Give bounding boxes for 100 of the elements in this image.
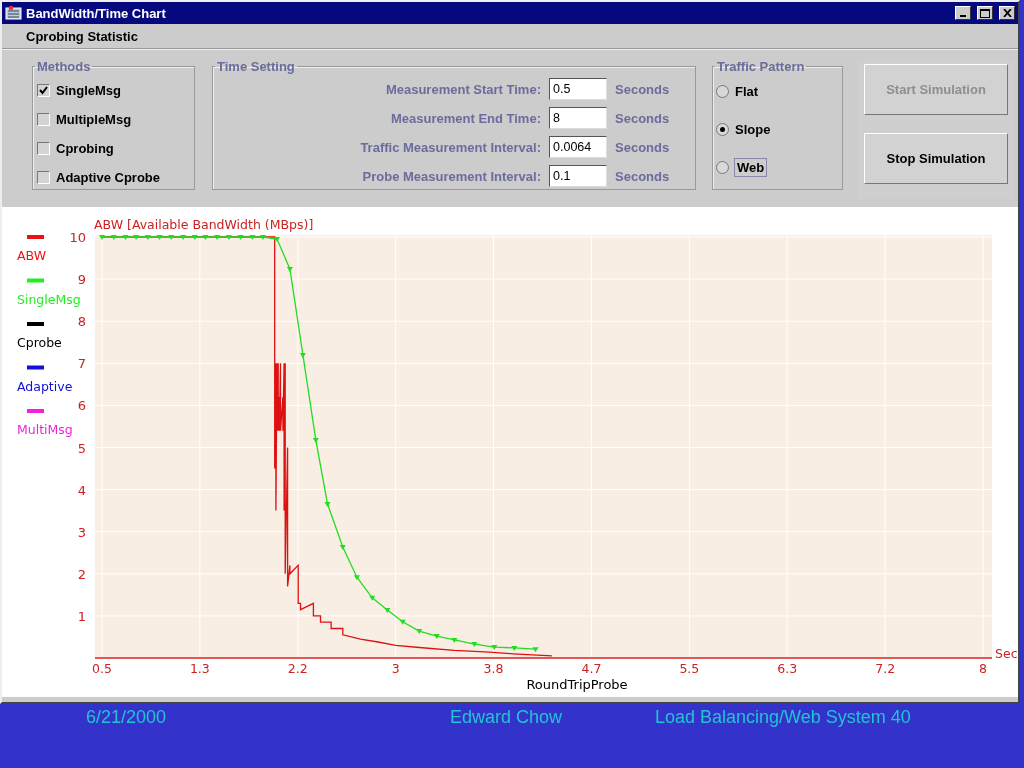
input-field[interactable]: 0.1 <box>549 165 607 187</box>
legend-label: ABW <box>17 248 47 263</box>
checkbox[interactable] <box>37 113 50 126</box>
checkbox-label: SingleMsg <box>56 83 121 98</box>
checkbox-label: Adaptive Cprobe <box>56 170 160 185</box>
y-tick-label: 1 <box>77 608 86 624</box>
maximize-button[interactable] <box>977 6 993 20</box>
radio-label: Web <box>735 158 767 176</box>
legend-label: MultiMsg <box>17 422 73 437</box>
x-tick-label: 3.8 <box>483 661 504 676</box>
data-point <box>133 235 140 240</box>
radio-button[interactable] <box>716 122 729 136</box>
data-point <box>353 575 360 581</box>
radio-button[interactable] <box>716 84 729 98</box>
data-point <box>274 237 280 243</box>
data-point <box>214 235 221 240</box>
data-point <box>237 235 244 240</box>
data-point <box>122 235 129 240</box>
simulation-button[interactable]: Stop Simulation <box>864 133 1008 184</box>
data-point <box>144 235 151 240</box>
data-point <box>168 235 175 240</box>
y-tick-label: 7 <box>77 356 86 372</box>
footer-date: 6/21/2000 <box>86 706 168 729</box>
data-point <box>191 235 198 240</box>
footer-title: Load Balancing/Web System 40 <box>655 706 912 729</box>
close-button[interactable] <box>999 6 1015 20</box>
group-title: Time Setting <box>216 59 296 74</box>
field-label: Measurement End Time: <box>389 110 541 126</box>
x-tick-label: 2.2 <box>287 661 308 676</box>
field-label: Probe Measurement Interval: <box>361 168 541 184</box>
x-tick-label: 8 <box>979 661 987 676</box>
data-point <box>384 608 391 613</box>
data-point <box>312 437 319 443</box>
footer-author: Edward Chow <box>450 706 564 729</box>
data-point <box>180 235 187 240</box>
radio-label: Slope <box>735 121 771 137</box>
unit-label: Seconds <box>615 139 671 155</box>
x-tick-label: 3 <box>391 661 400 676</box>
unit-label: Seconds <box>615 168 671 184</box>
data-point <box>110 235 117 240</box>
x-tick-label: 4.7 <box>581 661 602 676</box>
input-field[interactable]: 0.5 <box>549 78 607 100</box>
minimize-button[interactable] <box>955 6 971 20</box>
data-point <box>511 645 518 651</box>
checkbox-label: MultipleMsg <box>56 112 132 127</box>
data-point <box>156 235 163 240</box>
data-point <box>471 642 478 648</box>
y-tick-label: 10 <box>69 230 86 245</box>
unit-label: Seconds <box>615 81 671 97</box>
data-point <box>286 267 293 272</box>
close-icon <box>1002 9 1012 17</box>
data-point <box>249 235 256 240</box>
x-tick-label: 0.5 <box>92 661 112 676</box>
legend-label: SingleMsg <box>17 291 81 307</box>
x-tick-label: 7.2 <box>875 661 896 676</box>
y-tick-label: 2 <box>77 566 86 582</box>
radio-button[interactable] <box>716 160 729 174</box>
x-axis-title: RoundTripProbe <box>526 677 628 692</box>
maximize-icon <box>980 8 990 18</box>
data-point <box>532 647 539 653</box>
data-point <box>299 352 306 358</box>
data-point <box>433 634 440 640</box>
data-point <box>369 595 376 601</box>
x-unit-label: Sec <box>995 646 1018 661</box>
x-tick-label: 5.5 <box>679 661 700 676</box>
group-title: Methods <box>36 59 92 74</box>
legend-label: Adaptive <box>17 378 73 394</box>
checkbox[interactable] <box>37 171 50 184</box>
y-tick-label: 3 <box>77 524 86 540</box>
data-point <box>399 619 406 625</box>
field-label: Measurement Start Time: <box>384 81 541 97</box>
chart-title: ABW [Available BandWidth (MBps)] <box>94 217 314 232</box>
y-tick-label: 9 <box>77 272 86 288</box>
input-field[interactable]: 8 <box>549 107 607 129</box>
unit-label: Seconds <box>615 110 671 126</box>
data-point <box>491 645 498 651</box>
checkbox[interactable] <box>37 84 50 97</box>
field-label: Traffic Measurement Interval: <box>359 139 541 155</box>
app-icon <box>5 5 22 21</box>
y-tick-label: 4 <box>77 482 86 498</box>
data-point <box>99 235 105 240</box>
data-point <box>259 235 266 240</box>
group-title: Traffic Pattern <box>716 59 806 74</box>
y-tick-label: 5 <box>77 440 86 456</box>
window-title: BandWidth/Time Chart <box>26 5 167 21</box>
legend-label: Cprobe <box>17 335 62 350</box>
data-point <box>225 235 232 240</box>
panel-title: Cprobing Statistic <box>26 28 138 44</box>
checkbox-label: Cprobing <box>56 141 114 156</box>
data-point <box>324 501 331 507</box>
y-tick-label: 6 <box>77 398 86 414</box>
input-field[interactable]: 0.0064 <box>549 136 607 158</box>
checkbox[interactable] <box>37 142 50 155</box>
data-point <box>416 629 423 635</box>
data-point <box>202 235 209 240</box>
x-tick-label: 6.3 <box>777 661 798 676</box>
data-point <box>339 544 346 550</box>
radio-label: Flat <box>735 83 759 99</box>
data-point <box>451 637 458 643</box>
y-tick-label: 8 <box>77 314 86 330</box>
